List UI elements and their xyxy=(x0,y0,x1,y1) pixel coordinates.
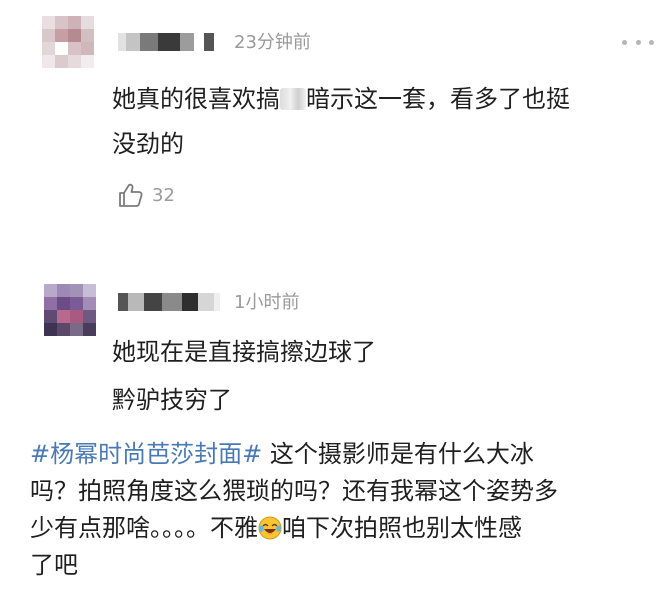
post-line: #杨幂时尚芭莎封面# 这个摄影师是有什么大冰 xyxy=(30,436,650,473)
avatar[interactable] xyxy=(44,284,96,336)
comment-text: 她真的很喜欢搞 暗示这一套，看多了也挺 xyxy=(112,83,570,115)
comment-text-part: 她真的很喜欢搞 xyxy=(112,85,280,113)
post-line: 少有点那啥。。。。不雅 咱下次拍照也别太性感 xyxy=(30,510,650,547)
comment-time: 1小时前 xyxy=(234,292,300,313)
username-censored[interactable] xyxy=(118,291,220,313)
avatar[interactable] xyxy=(42,16,94,68)
post-line: 了吧 xyxy=(30,551,78,579)
comment-2: 1小时前 她现在是直接搞擦边球了 黔驴技穷了 xyxy=(0,270,666,430)
thumbs-up-icon xyxy=(116,181,144,209)
crying-laughing-emoji-icon xyxy=(258,514,282,540)
like-button[interactable]: 32 xyxy=(116,181,175,209)
post-line: 吗？拍照角度这么猥琐的吗？还有我幂这个姿势多 xyxy=(30,477,558,505)
post-text-part: 咱下次拍照也别太性感 xyxy=(282,514,522,542)
comment-1: 23分钟前 她真的很喜欢搞 暗示这一套，看多了也挺 没劲的 32 xyxy=(0,0,666,240)
like-count: 32 xyxy=(152,184,175,206)
comment-text-line2: 没劲的 xyxy=(112,130,184,158)
comment-time: 23分钟前 xyxy=(234,32,311,53)
censored-word xyxy=(280,88,306,110)
post-text-part: 少有点那啥。。。。不雅 xyxy=(30,514,258,542)
comment-text-line2: 黔驴技穷了 xyxy=(112,386,232,414)
username-censored[interactable] xyxy=(118,31,214,53)
comment-text: 她现在是直接搞擦边球了 xyxy=(112,338,376,366)
comment-text-part: 暗示这一套，看多了也挺 xyxy=(306,85,570,113)
hashtag-link[interactable]: #杨幂时尚芭莎封面# xyxy=(30,440,262,468)
post-text: #杨幂时尚芭莎封面# 这个摄影师是有什么大冰 吗？拍照角度这么猥琐的吗？还有我幂… xyxy=(30,436,650,584)
post-text-part: 这个摄影师是有什么大冰 xyxy=(262,440,534,468)
more-dots-icon[interactable] xyxy=(622,34,654,50)
